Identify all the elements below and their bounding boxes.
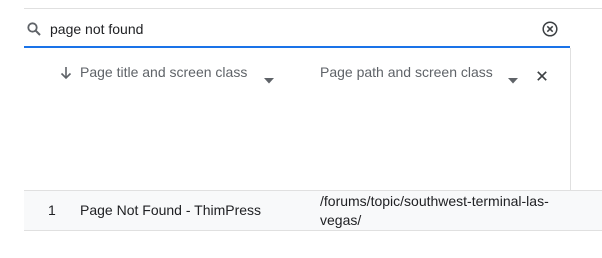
row-page-title: Page Not Found - ThimPress [80,202,262,218]
caret-down-icon[interactable] [264,71,274,84]
search-bar [24,12,570,48]
report-table-panel: Page title and screen class Page path an… [0,0,602,258]
clear-circle-icon[interactable] [542,21,558,37]
search-icon [27,22,41,36]
search-input[interactable] [50,19,520,39]
row-page-path: /forums/topic/southwest-terminal-las-veg… [320,193,549,228]
table-header: Page title and screen class Page path an… [24,48,570,98]
column-header-page-path[interactable]: Page path and screen class [320,64,493,80]
column-divider [570,48,571,191]
close-icon[interactable] [537,68,547,81]
top-divider [24,8,602,9]
caret-down-icon[interactable] [508,71,518,84]
column-header-page-title[interactable]: Page title and screen class [80,64,247,80]
row-index: 1 [48,202,56,218]
table-row[interactable]: 1 Page Not Found - ThimPress /forums/top… [24,190,602,231]
arrow-down-icon[interactable] [60,66,72,80]
